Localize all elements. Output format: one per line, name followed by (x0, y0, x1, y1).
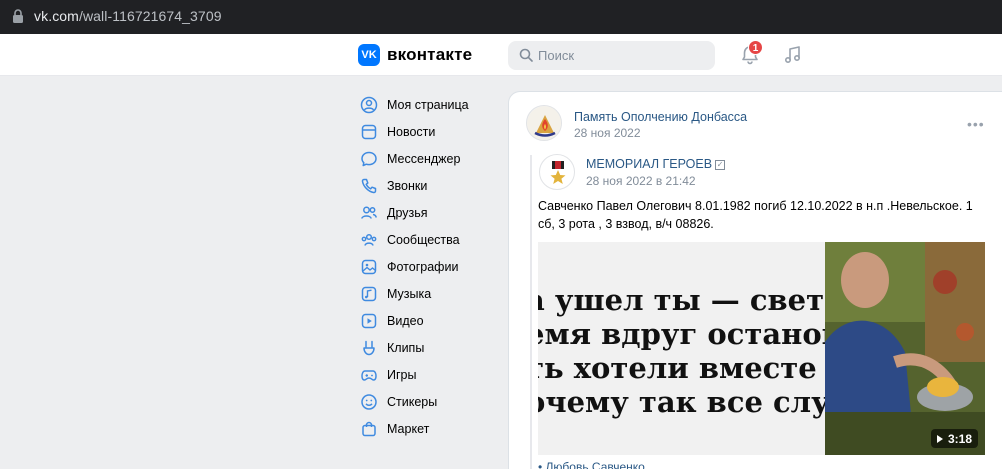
post-author-link[interactable]: Память Ополчению Донбасса (574, 110, 747, 124)
vk-logo-icon: VK (358, 44, 380, 66)
url-path: /wall-116721674_3709 (78, 8, 222, 24)
repost-divider (530, 155, 532, 469)
sidebar-item-news[interactable]: Новости (355, 118, 495, 145)
hero-star-medal-logo (550, 161, 566, 184)
browser-address-bar[interactable]: vk.com/wall-116721674_3709 (0, 0, 1002, 34)
sidebar-item-calls[interactable]: Звонки (355, 172, 495, 199)
message-icon (361, 151, 377, 166)
sidebar-item-label: Игры (387, 367, 417, 382)
phone-icon (361, 178, 377, 193)
signature-bullet-icon: • (538, 460, 546, 469)
video-duration-badge: 3:18 (931, 429, 979, 448)
search-input[interactable] (538, 47, 708, 64)
clips-icon (363, 340, 375, 355)
repost-author-link[interactable]: МЕМОРИАЛ ГЕРОЕВ ✓ (586, 157, 726, 171)
sidebar-item-label: Друзья (387, 205, 428, 220)
music-icon[interactable] (783, 45, 803, 65)
newspaper-icon (361, 124, 377, 139)
sidebar-item-market[interactable]: Маркет (355, 415, 495, 442)
sidebar-item-communities[interactable]: Сообщества (355, 226, 495, 253)
sidebar-item-stickers[interactable]: Стикеры (355, 388, 495, 415)
sidebar-item-label: Сообщества (387, 232, 460, 247)
video-icon (361, 313, 377, 328)
signature-link[interactable]: • Любовь Савченко (538, 460, 645, 469)
sidebar-item-label: Фотографии (387, 259, 459, 274)
play-icon (937, 434, 943, 443)
sidebar-item-music[interactable]: Музыка (355, 280, 495, 307)
sidebar-item-label: Мессенджер (387, 151, 461, 166)
photo-text-line: очему так все случил (538, 385, 828, 419)
post-photo[interactable]: а ушел ты — свет пом емя вдруг остановил… (538, 242, 828, 455)
sidebar-item-photos[interactable]: Фотографии (355, 253, 495, 280)
sidebar-item-label: Моя страница (387, 97, 469, 112)
photo-text-line: емя вдруг остановило (538, 317, 828, 351)
video-thumbnail[interactable]: 3:18 (825, 242, 985, 455)
photo-icon (361, 259, 377, 274)
sidebar-item-messenger[interactable]: Мессенджер (355, 145, 495, 172)
sidebar-item-label: Стикеры (387, 394, 438, 409)
sidebar-item-clips[interactable]: Клипы (355, 334, 495, 361)
memorial-flame-logo (527, 106, 561, 140)
community-avatar[interactable] (526, 105, 562, 141)
signature-text: Любовь Савченко (545, 460, 645, 469)
sidebar-item-label: Музыка (387, 286, 432, 301)
site-header: VK вконтакте 1 (0, 34, 1002, 76)
sidebar-item-games[interactable]: Игры (355, 361, 495, 388)
sidebar-item-label: Видео (387, 313, 424, 328)
wall-post: Память Ополчению Донбасса 28 ноя 2022 ••… (508, 91, 1002, 469)
vk-logo-text: вконтакте (387, 45, 473, 64)
user-circle-icon (360, 96, 378, 113)
friends-icon (361, 206, 377, 219)
repost-author-name: МЕМОРИАЛ ГЕРОЕВ (586, 157, 713, 171)
market-bag-icon (362, 421, 376, 436)
left-menu: Моя страница Новости Мессенджер Звонки Д… (355, 91, 495, 442)
url-text: vk.com/wall-116721674_3709 (34, 8, 222, 24)
video-preview-image (825, 242, 985, 455)
post-date[interactable]: 28 ноя 2022 (574, 126, 641, 140)
sidebar-item-label: Клипы (387, 340, 425, 355)
post-text: Савченко Павел Олегович 8.01.1982 погиб … (538, 199, 973, 231)
sidebar-item-label: Новости (387, 124, 436, 139)
sidebar-item-my-page[interactable]: Моя страница (355, 91, 495, 118)
vk-logo[interactable]: VK вконтакте (358, 44, 472, 66)
notification-badge: 1 (748, 40, 763, 55)
search-icon (519, 48, 533, 62)
photo-text-line: ть хотели вместе век (538, 351, 828, 385)
sidebar-item-video[interactable]: Видео (355, 307, 495, 334)
sidebar-item-label: Звонки (387, 178, 428, 193)
sticker-icon (361, 393, 377, 410)
search-box[interactable] (508, 41, 715, 70)
photo-text-line: а ушел ты — свет пом (538, 283, 828, 317)
more-options-icon[interactable]: ••• (967, 116, 985, 132)
verified-icon: ✓ (715, 160, 726, 170)
sidebar-item-label: Маркет (387, 421, 430, 436)
repost-date[interactable]: 28 ноя 2022 в 21:42 (586, 174, 696, 188)
repost-author-avatar[interactable] (539, 154, 575, 190)
gamepad-icon (361, 369, 377, 381)
url-host: vk.com (34, 8, 79, 24)
sidebar-item-friends[interactable]: Друзья (355, 199, 495, 226)
music-icon (361, 286, 377, 301)
video-duration: 3:18 (948, 431, 973, 446)
lock-icon (13, 9, 23, 23)
communities-icon (361, 233, 377, 246)
